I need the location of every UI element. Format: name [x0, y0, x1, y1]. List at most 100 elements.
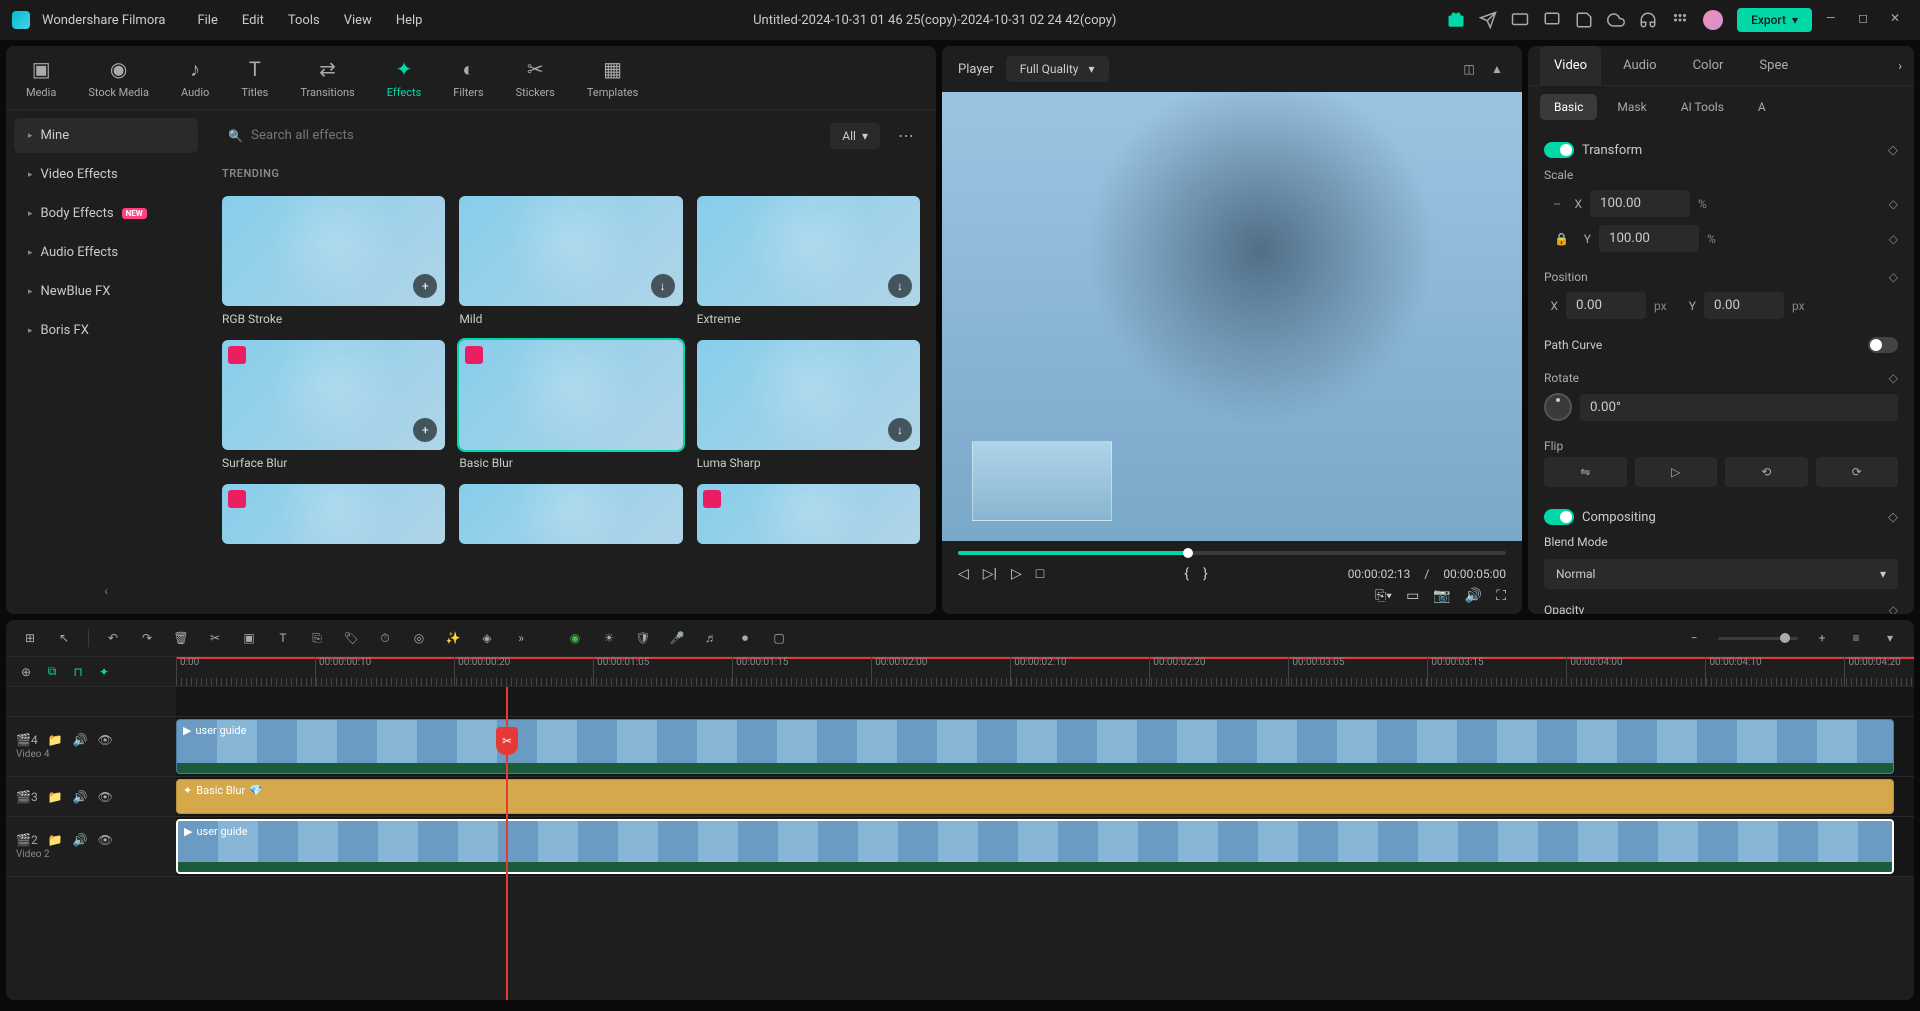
snapshot-button[interactable]: 📷: [1433, 588, 1450, 604]
blend-mode-dropdown[interactable]: Normal▾: [1544, 559, 1898, 589]
snap-icon[interactable]: ✦: [94, 662, 114, 682]
position-y-input[interactable]: [1704, 292, 1784, 319]
playhead-handle[interactable]: ✂: [496, 727, 518, 755]
tab-transitions[interactable]: ⇄Transitions: [300, 56, 354, 99]
filter-dropdown[interactable]: All▾: [830, 123, 880, 149]
play-button[interactable]: ▷: [1011, 566, 1022, 582]
effect-card-rgb-stroke[interactable]: +RGB Stroke: [222, 196, 445, 326]
enhance-button[interactable]: ✨: [443, 628, 463, 648]
export-clip-icon[interactable]: ▢: [769, 628, 789, 648]
picture-icon[interactable]: ▲: [1488, 60, 1506, 78]
link-track-icon[interactable]: ⧉: [42, 662, 62, 682]
keyframe-icon[interactable]: ◇: [1889, 603, 1898, 614]
search-input[interactable]: [251, 128, 812, 143]
playhead[interactable]: ✂: [506, 687, 508, 1000]
view-dropdown[interactable]: ▾: [1880, 628, 1900, 648]
subtab-a[interactable]: A: [1744, 94, 1780, 120]
send-icon[interactable]: [1479, 11, 1497, 29]
mic-icon[interactable]: 🎤: [667, 628, 687, 648]
keyframe-icon[interactable]: ◇: [1889, 371, 1898, 385]
sidebar-item-boris[interactable]: ▸Boris FX: [14, 313, 198, 348]
fullscreen-button[interactable]: ⛶: [1496, 588, 1506, 604]
transform-toggle[interactable]: [1544, 142, 1574, 158]
save-icon[interactable]: [1575, 11, 1593, 29]
tab-media[interactable]: ▣Media: [26, 56, 56, 99]
display-button[interactable]: ▭: [1406, 588, 1419, 604]
user-avatar[interactable]: [1703, 10, 1723, 30]
layout-icon[interactable]: ⊞: [20, 628, 40, 648]
music-icon[interactable]: ♬: [701, 628, 721, 648]
more-options-button[interactable]: ⋯: [892, 120, 920, 151]
compositing-toggle[interactable]: [1544, 509, 1574, 525]
redo-button[interactable]: ↷: [137, 628, 157, 648]
copy-button[interactable]: ⎘: [307, 628, 327, 648]
preview-pip[interactable]: [972, 441, 1112, 521]
apps-icon[interactable]: [1671, 11, 1689, 29]
tabs-scroll-right[interactable]: ›: [1898, 59, 1902, 73]
subtab-basic[interactable]: Basic: [1540, 94, 1597, 120]
menu-file[interactable]: File: [197, 13, 217, 28]
keyframe-button[interactable]: ◈: [477, 628, 497, 648]
screen-icon[interactable]: [1543, 11, 1561, 29]
track-mute-icon[interactable]: 🔊: [73, 833, 88, 847]
sidebar-item-audio-effects[interactable]: ▸Audio Effects: [14, 235, 198, 270]
track-mute-icon[interactable]: 🔊: [73, 790, 88, 804]
magnet-icon[interactable]: ⊓: [68, 662, 88, 682]
add-icon[interactable]: +: [413, 274, 437, 298]
track-visibility-icon[interactable]: 👁: [98, 733, 113, 747]
tab-audio-props[interactable]: Audio: [1609, 46, 1670, 85]
effect-card[interactable]: [459, 484, 682, 544]
menu-help[interactable]: Help: [396, 13, 423, 28]
track-visibility-icon[interactable]: 👁: [98, 833, 113, 847]
menu-view[interactable]: View: [344, 13, 372, 28]
keyframe-icon[interactable]: ◇: [1889, 232, 1898, 246]
next-frame-button[interactable]: ▷|: [983, 566, 997, 582]
tab-titles[interactable]: TTitles: [241, 56, 268, 99]
rotate-cw-button[interactable]: ⟳: [1816, 457, 1899, 487]
select-tool-icon[interactable]: ↖: [54, 628, 74, 648]
lock-icon[interactable]: ⎯: [1554, 196, 1560, 211]
sidebar-item-body-effects[interactable]: ▸Body EffectsNEW: [14, 196, 198, 231]
minimize-button[interactable]: —: [1826, 11, 1844, 29]
delete-button[interactable]: 🗑: [171, 628, 191, 648]
zoom-in-button[interactable]: +: [1812, 628, 1832, 648]
timeline-ruler[interactable]: 0:00 00:00:00:10 00:00:00:20 00:00:01:05…: [176, 657, 1914, 686]
effect-card-surface-blur[interactable]: +Surface Blur: [222, 340, 445, 470]
gift-icon[interactable]: [1447, 11, 1465, 29]
zoom-out-button[interactable]: −: [1684, 628, 1704, 648]
video-clip[interactable]: ▶ user guide: [176, 719, 1894, 774]
keyframe-icon[interactable]: ◇: [1889, 197, 1898, 211]
keyframe-icon[interactable]: ◇: [1888, 143, 1898, 158]
preview-viewport[interactable]: [942, 92, 1522, 541]
link-icon[interactable]: 🔒: [1554, 232, 1569, 246]
mark-in-button[interactable]: {: [1184, 566, 1189, 582]
track-folder-icon[interactable]: 📁: [48, 833, 63, 847]
subtab-mask[interactable]: Mask: [1603, 94, 1660, 120]
track-content-2[interactable]: ▶ user guide: [176, 817, 1914, 876]
sidebar-item-newblue[interactable]: ▸NewBlue FX: [14, 274, 198, 309]
subtab-ai-tools[interactable]: AI Tools: [1667, 94, 1738, 120]
volume-button[interactable]: 🔊: [1465, 588, 1482, 604]
sidebar-item-video-effects[interactable]: ▸Video Effects: [14, 157, 198, 192]
track-folder-icon[interactable]: 📁: [48, 790, 63, 804]
rotate-input[interactable]: [1580, 394, 1898, 421]
zoom-handle[interactable]: [1780, 633, 1790, 643]
text-button[interactable]: T: [273, 628, 293, 648]
progress-handle[interactable]: [1183, 548, 1193, 558]
collapse-sidebar-button[interactable]: ‹: [14, 576, 198, 606]
tab-audio[interactable]: ♪Audio: [181, 56, 209, 99]
effect-card-luma-sharp[interactable]: ↓Luma Sharp: [697, 340, 920, 470]
effect-card-mild[interactable]: ↓Mild: [459, 196, 682, 326]
ai-button[interactable]: ◉: [565, 628, 585, 648]
download-icon[interactable]: ↓: [651, 274, 675, 298]
crop-button[interactable]: ▣: [239, 628, 259, 648]
effect-card-basic-blur[interactable]: Basic Blur: [459, 340, 682, 470]
track-content-4[interactable]: ▶ user guide: [176, 717, 1914, 776]
flip-horizontal-button[interactable]: ⇋: [1544, 457, 1627, 487]
flip-vertical-button[interactable]: ▷: [1635, 457, 1718, 487]
track-type-icon[interactable]: 🎬3: [16, 790, 38, 804]
download-icon[interactable]: ↓: [888, 418, 912, 442]
track-type-icon[interactable]: 🎬4: [16, 733, 38, 747]
keyframe-icon[interactable]: ◇: [1888, 510, 1898, 525]
compare-icon[interactable]: ◫: [1460, 60, 1478, 78]
